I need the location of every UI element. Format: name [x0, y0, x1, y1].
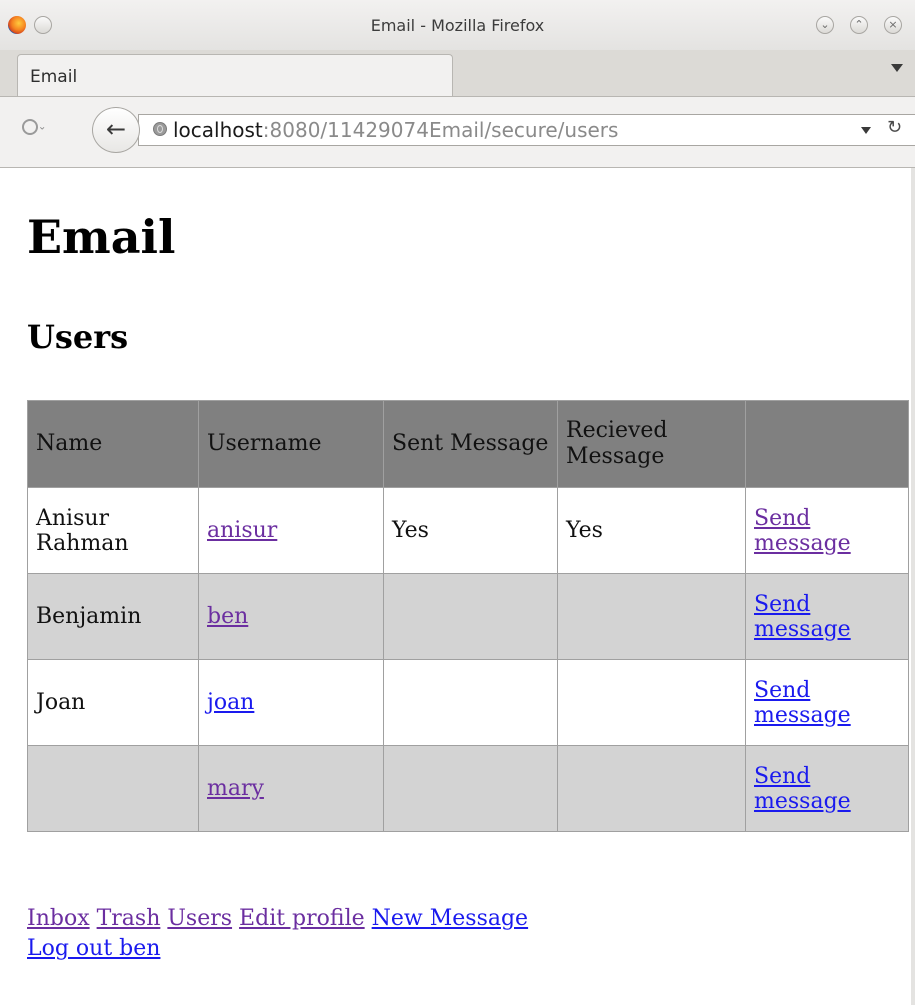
send-message-link[interactable]: Send message [754, 764, 851, 814]
window-title: Email - Mozilla Firefox [370, 16, 545, 35]
cell-username: mary [198, 745, 384, 832]
table-row: Anisur Rahman anisur Yes Yes Send messag… [27, 487, 909, 574]
tab-list-menu-icon[interactable] [891, 64, 903, 72]
table-row: mary Send message [27, 745, 909, 832]
column-header-action [745, 400, 909, 488]
reload-icon[interactable]: ↻ [887, 117, 902, 138]
cell-sent: Yes [383, 487, 558, 574]
cell-action: Send message [745, 573, 909, 660]
cell-received [557, 659, 746, 746]
table-row: Benjamin ben Send message [27, 573, 909, 660]
users-table: Name Username Sent Message Recieved Mess… [27, 400, 909, 832]
tab-label: Email [30, 67, 78, 87]
username-link[interactable]: ben [207, 604, 248, 629]
send-message-link[interactable]: Send message [754, 678, 851, 728]
window-right-border [911, 168, 915, 1005]
minimize-icon[interactable]: ⌄ [816, 16, 834, 34]
column-header-username: Username [198, 400, 384, 488]
edit-profile-link[interactable]: Edit profile [239, 906, 365, 931]
url-text[interactable]: localhost:8080/11429074Email/secure/user… [173, 118, 618, 142]
cell-received: Yes [557, 487, 746, 574]
close-icon[interactable]: × [884, 16, 902, 34]
cell-name: Benjamin [27, 573, 199, 660]
cell-received [557, 573, 746, 660]
cell-sent [383, 659, 558, 746]
new-message-link[interactable]: New Message [372, 906, 528, 931]
log-out-link[interactable]: Log out ben [27, 936, 160, 961]
tab-strip: Email [0, 50, 915, 97]
cell-name: Joan [27, 659, 199, 746]
cell-sent [383, 573, 558, 660]
username-link[interactable]: mary [207, 776, 264, 801]
tab-email[interactable]: Email [17, 54, 453, 96]
column-header-received: Recieved Message [557, 400, 746, 488]
cell-name [27, 745, 199, 832]
navigation-bar: ⌄ ← localhost:8080/11429074Email/secure/… [0, 97, 915, 168]
column-header-sent: Sent Message [383, 400, 558, 488]
cell-sent [383, 745, 558, 832]
url-host: localhost [173, 118, 263, 142]
url-path: :8080/11429074Email/secure/users [262, 118, 619, 142]
cell-username: ben [198, 573, 384, 660]
column-header-name: Name [27, 400, 199, 488]
send-message-link[interactable]: Send message [754, 592, 851, 642]
cell-name: Anisur Rahman [27, 487, 199, 574]
cell-username: anisur [198, 487, 384, 574]
back-arrow-icon: ← [105, 115, 127, 143]
inbox-link[interactable]: Inbox [27, 906, 90, 931]
table-header-row: Name Username Sent Message Recieved Mess… [27, 400, 909, 488]
identity-menu-button[interactable]: ⌄ [22, 119, 60, 141]
globe-icon [153, 122, 167, 136]
cell-received [557, 745, 746, 832]
maximize-icon[interactable]: ⌃ [850, 16, 868, 34]
trash-link[interactable]: Trash [97, 906, 161, 931]
table-row: Joan joan Send message [27, 659, 909, 746]
username-link[interactable]: joan [207, 690, 254, 715]
window-titlebar: Email - Mozilla Firefox ⌄ ⌃ × [0, 0, 915, 50]
users-link[interactable]: Users [167, 906, 232, 931]
page-title: Email [27, 210, 176, 264]
footer-nav: Inbox Trash Users Edit profile New Messa… [27, 904, 887, 964]
cell-action: Send message [745, 487, 909, 574]
chevron-down-icon: ⌄ [38, 121, 47, 133]
identity-icon [22, 119, 38, 135]
cell-action: Send message [745, 659, 909, 746]
username-link[interactable]: anisur [207, 518, 277, 543]
back-button[interactable]: ← [92, 107, 140, 153]
send-message-link[interactable]: Send message [754, 506, 851, 556]
section-title: Users [27, 318, 129, 356]
cell-action: Send message [745, 745, 909, 832]
url-history-dropdown-icon[interactable] [861, 127, 871, 134]
cell-username: joan [198, 659, 384, 746]
url-bar[interactable]: localhost:8080/11429074Email/secure/user… [138, 114, 915, 146]
